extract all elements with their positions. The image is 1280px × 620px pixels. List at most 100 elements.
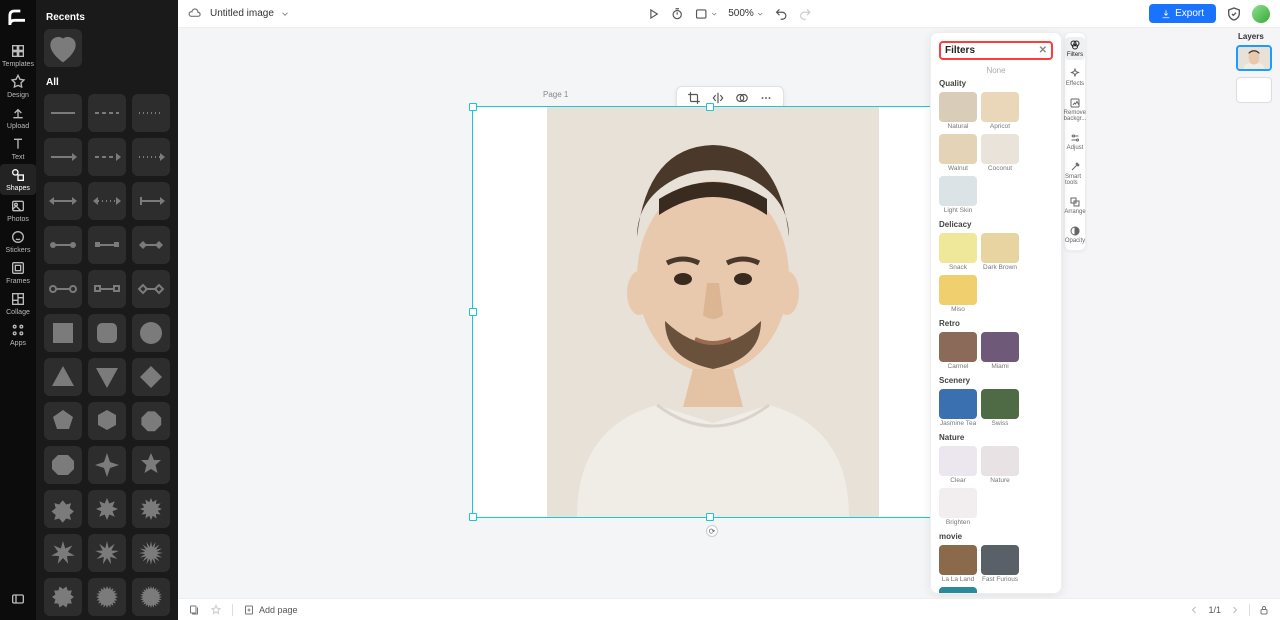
shape-34[interactable] xyxy=(88,578,126,616)
shape-18[interactable] xyxy=(44,358,82,396)
rail-collapse[interactable] xyxy=(0,588,36,610)
filter-light-skin[interactable]: Light Skin xyxy=(939,176,977,214)
tool-opacity[interactable]: Opacity xyxy=(1065,223,1085,246)
lock-icon[interactable] xyxy=(1258,604,1270,616)
shape-23[interactable] xyxy=(132,402,170,440)
handle-bm[interactable] xyxy=(706,513,714,521)
shape-12[interactable] xyxy=(44,270,82,308)
handle-ml[interactable] xyxy=(469,308,477,316)
rail-text[interactable]: Text xyxy=(0,133,36,164)
tool-smart-tools[interactable]: Smart tools xyxy=(1065,159,1085,188)
recent-shape-heart[interactable] xyxy=(44,29,82,67)
tool-adjust[interactable]: Adjust xyxy=(1065,130,1085,153)
layer-thumb-1[interactable] xyxy=(1236,45,1272,71)
shape-20[interactable] xyxy=(132,358,170,396)
filter-carmel[interactable]: Carmel xyxy=(939,332,977,370)
shape-22[interactable] xyxy=(88,402,126,440)
pages-icon[interactable] xyxy=(188,604,200,616)
shape-16[interactable] xyxy=(88,314,126,352)
shape-32[interactable] xyxy=(132,534,170,572)
shape-33[interactable] xyxy=(44,578,82,616)
timer-icon[interactable] xyxy=(670,7,684,21)
shape-31[interactable] xyxy=(88,534,126,572)
user-avatar[interactable] xyxy=(1252,5,1270,23)
shape-14[interactable] xyxy=(132,270,170,308)
tool-effects[interactable]: Effects xyxy=(1065,66,1085,89)
star-icon[interactable] xyxy=(210,604,222,616)
tool-filters[interactable]: Filters xyxy=(1065,37,1085,60)
handle-bl[interactable] xyxy=(469,513,477,521)
rotate-handle[interactable]: ⟳ xyxy=(706,525,718,537)
shape-27[interactable] xyxy=(44,490,82,528)
shape-13[interactable] xyxy=(88,270,126,308)
filter-fast-furious[interactable]: Fast Furious xyxy=(981,545,1019,583)
filter-brighten[interactable]: Brighten xyxy=(939,488,977,526)
rail-stickers[interactable]: Stickers xyxy=(0,226,36,257)
doc-title[interactable]: Untitled image xyxy=(210,8,290,19)
play-icon[interactable] xyxy=(646,7,660,21)
filter-none[interactable]: None xyxy=(939,66,1053,75)
filter-miso[interactable]: Miso xyxy=(939,275,977,313)
shape-8[interactable] xyxy=(132,182,170,220)
shape-24[interactable] xyxy=(44,446,82,484)
rail-upload[interactable]: Upload xyxy=(0,102,36,133)
filter-clear[interactable]: Clear xyxy=(939,446,977,484)
fit-dropdown[interactable] xyxy=(694,7,718,21)
filter-miami[interactable]: Miami xyxy=(981,332,1019,370)
shape-26[interactable] xyxy=(132,446,170,484)
filter-nature[interactable]: Nature xyxy=(981,446,1019,484)
filter-swiss[interactable]: Swiss xyxy=(981,389,1019,427)
mask-icon[interactable] xyxy=(735,91,749,105)
shape-7[interactable] xyxy=(88,182,126,220)
crop-icon[interactable] xyxy=(687,91,701,105)
shape-19[interactable] xyxy=(88,358,126,396)
filter-snack[interactable]: Snack xyxy=(939,233,977,271)
shape-30[interactable] xyxy=(44,534,82,572)
zoom-dropdown[interactable]: 500% xyxy=(728,8,764,19)
export-button[interactable]: Export xyxy=(1149,4,1216,23)
tool-arrange[interactable]: Arrange xyxy=(1065,194,1085,217)
handle-tm[interactable] xyxy=(706,103,714,111)
handle-tl[interactable] xyxy=(469,103,477,111)
rail-frames[interactable]: Frames xyxy=(0,257,36,288)
shape-28[interactable] xyxy=(88,490,126,528)
shape-29[interactable] xyxy=(132,490,170,528)
shape-35[interactable] xyxy=(132,578,170,616)
layer-thumb-blank[interactable] xyxy=(1236,77,1272,103)
image-selection[interactable]: ⟳ xyxy=(472,106,952,518)
shape-15[interactable] xyxy=(44,314,82,352)
filter-natural[interactable]: Natural xyxy=(939,92,977,130)
shape-25[interactable] xyxy=(88,446,126,484)
rail-apps[interactable]: Apps xyxy=(0,319,36,350)
tool-remove-bg[interactable]: Remove backgr... xyxy=(1065,95,1085,124)
shape-6[interactable] xyxy=(44,182,82,220)
add-page-button[interactable]: Add page xyxy=(243,604,298,616)
filter-coconut[interactable]: Coconut xyxy=(981,134,1019,172)
app-logo[interactable] xyxy=(4,4,32,32)
shield-icon[interactable] xyxy=(1226,6,1242,22)
shape-17[interactable] xyxy=(132,314,170,352)
more-icon[interactable] xyxy=(759,91,773,105)
close-icon[interactable]: ✕ xyxy=(1039,45,1047,56)
cloud-icon[interactable] xyxy=(188,7,202,21)
rail-shapes[interactable]: Shapes xyxy=(0,164,36,195)
filter-green-oran-[interactable]: Green oran... xyxy=(939,587,977,594)
filter-jasmine-tea[interactable]: Jasmine Tea xyxy=(939,389,977,427)
rail-templates[interactable]: Templates xyxy=(0,40,36,71)
shape-4[interactable] xyxy=(88,138,126,176)
redo-icon[interactable] xyxy=(798,7,812,21)
shape-2[interactable] xyxy=(132,94,170,132)
filter-dark-brown[interactable]: Dark Brown xyxy=(981,233,1019,271)
shape-0[interactable] xyxy=(44,94,82,132)
filter-apricot[interactable]: Apricot xyxy=(981,92,1019,130)
shape-9[interactable] xyxy=(44,226,82,264)
rail-design[interactable]: Design xyxy=(0,71,36,102)
shape-1[interactable] xyxy=(88,94,126,132)
undo-icon[interactable] xyxy=(774,7,788,21)
shape-21[interactable] xyxy=(44,402,82,440)
rail-photos[interactable]: Photos xyxy=(0,195,36,226)
prev-page-icon[interactable] xyxy=(1188,604,1200,616)
shape-5[interactable] xyxy=(132,138,170,176)
filter-la-la-land[interactable]: La La Land xyxy=(939,545,977,583)
rail-collage[interactable]: Collage xyxy=(0,288,36,319)
